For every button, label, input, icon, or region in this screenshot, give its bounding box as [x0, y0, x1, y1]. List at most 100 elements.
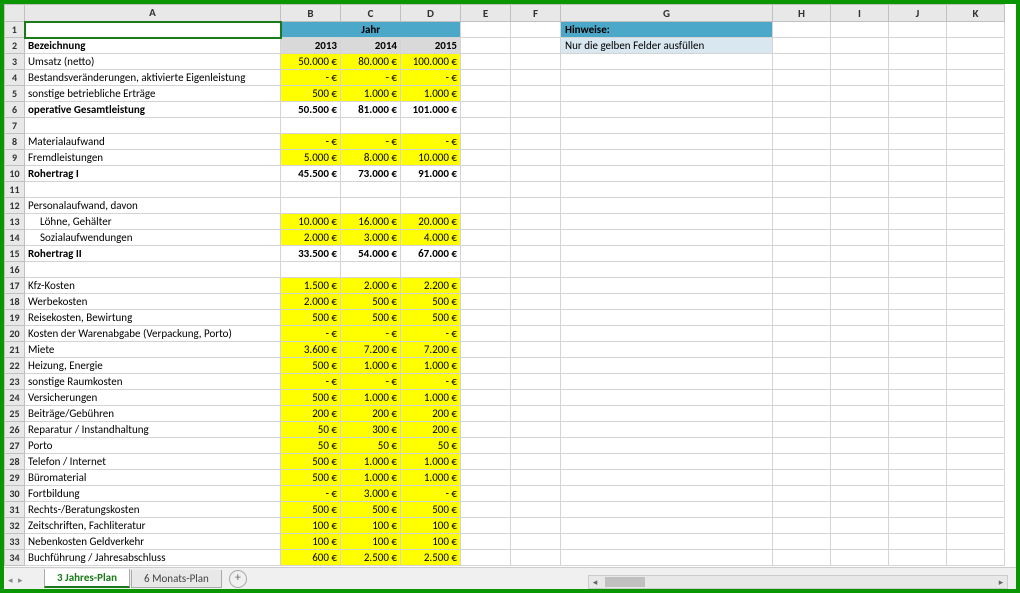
cell[interactable] — [511, 310, 561, 326]
value-cell[interactable]: 500 € — [341, 502, 401, 518]
value-cell[interactable]: 1.000 € — [341, 86, 401, 102]
cell[interactable] — [461, 502, 511, 518]
row-label[interactable] — [25, 262, 281, 278]
row-header[interactable]: 6 — [5, 102, 25, 118]
value-cell[interactable]: 500 € — [281, 454, 341, 470]
value-cell[interactable]: 4.000 € — [401, 230, 461, 246]
row-header[interactable]: 19 — [5, 310, 25, 326]
value-cell[interactable] — [401, 262, 461, 278]
row-header[interactable]: 16 — [5, 262, 25, 278]
cell[interactable] — [889, 118, 947, 134]
value-cell[interactable] — [341, 118, 401, 134]
cell[interactable] — [889, 358, 947, 374]
cell[interactable] — [889, 486, 947, 502]
cell[interactable] — [561, 278, 773, 294]
cell[interactable] — [511, 86, 561, 102]
value-cell[interactable]: - € — [341, 374, 401, 390]
value-cell[interactable]: 50 € — [401, 438, 461, 454]
value-cell[interactable]: 73.000 € — [341, 166, 401, 182]
value-cell[interactable] — [401, 182, 461, 198]
value-cell[interactable]: - € — [401, 486, 461, 502]
cell[interactable] — [947, 214, 1005, 230]
cell[interactable] — [773, 438, 831, 454]
column-header-A[interactable]: A — [25, 5, 281, 22]
cell[interactable] — [561, 454, 773, 470]
cell[interactable] — [773, 118, 831, 134]
cell[interactable] — [947, 246, 1005, 262]
row-header[interactable]: 8 — [5, 134, 25, 150]
cell[interactable] — [461, 342, 511, 358]
cell[interactable] — [831, 470, 889, 486]
cell[interactable] — [461, 38, 511, 54]
column-header-J[interactable]: J — [889, 5, 947, 22]
cell[interactable] — [561, 326, 773, 342]
row-label[interactable]: Zeitschriften, Fachliteratur — [25, 518, 281, 534]
cell[interactable] — [461, 278, 511, 294]
cell[interactable] — [773, 390, 831, 406]
cell[interactable] — [511, 438, 561, 454]
cell[interactable] — [831, 278, 889, 294]
cell[interactable] — [461, 438, 511, 454]
cell[interactable] — [889, 294, 947, 310]
cell[interactable] — [773, 214, 831, 230]
value-cell[interactable]: 100 € — [281, 534, 341, 550]
cell[interactable] — [889, 246, 947, 262]
column-header-F[interactable]: F — [511, 5, 561, 22]
value-cell[interactable]: 91.000 € — [401, 166, 461, 182]
row-header[interactable]: 14 — [5, 230, 25, 246]
add-sheet-button[interactable]: + — [229, 570, 247, 588]
cell[interactable] — [561, 518, 773, 534]
cell[interactable] — [511, 230, 561, 246]
cell[interactable] — [831, 406, 889, 422]
row-label[interactable]: Bestandsveränderungen, aktivierte Eigenl… — [25, 70, 281, 86]
year-header[interactable]: 2014 — [341, 38, 401, 54]
value-cell[interactable]: 54.000 € — [341, 246, 401, 262]
row-header[interactable]: 23 — [5, 374, 25, 390]
row-label[interactable]: Rohertrag II — [25, 246, 281, 262]
value-cell[interactable]: 7.200 € — [401, 342, 461, 358]
value-cell[interactable]: 500 € — [401, 294, 461, 310]
cell[interactable] — [947, 390, 1005, 406]
cell[interactable] — [773, 422, 831, 438]
column-header-H[interactable]: H — [773, 5, 831, 22]
value-cell[interactable]: 45.500 € — [281, 166, 341, 182]
column-header-G[interactable]: G — [561, 5, 773, 22]
cell[interactable] — [947, 166, 1005, 182]
cell[interactable] — [773, 342, 831, 358]
value-cell[interactable]: - € — [401, 374, 461, 390]
cell[interactable] — [561, 214, 773, 230]
cell[interactable] — [561, 550, 773, 566]
value-cell[interactable]: 1.000 € — [401, 86, 461, 102]
cell[interactable] — [773, 150, 831, 166]
cell[interactable] — [947, 406, 1005, 422]
cell[interactable] — [561, 374, 773, 390]
cell[interactable] — [511, 22, 561, 38]
row-label[interactable]: Nebenkosten Geldverkehr — [25, 534, 281, 550]
cell[interactable] — [461, 54, 511, 70]
cell[interactable] — [461, 22, 511, 38]
cell[interactable] — [947, 118, 1005, 134]
cell[interactable] — [461, 294, 511, 310]
cell[interactable] — [831, 502, 889, 518]
cell[interactable] — [889, 390, 947, 406]
value-cell[interactable]: 100 € — [341, 534, 401, 550]
cell[interactable] — [773, 38, 831, 54]
value-cell[interactable]: 10.000 € — [401, 150, 461, 166]
cell[interactable] — [561, 422, 773, 438]
cell[interactable] — [461, 198, 511, 214]
cell[interactable] — [947, 70, 1005, 86]
column-header-C[interactable]: C — [341, 5, 401, 22]
cell[interactable] — [947, 86, 1005, 102]
row-label[interactable]: sonstige Raumkosten — [25, 374, 281, 390]
row-header[interactable]: 29 — [5, 470, 25, 486]
cell[interactable] — [511, 198, 561, 214]
cell[interactable] — [561, 150, 773, 166]
cell[interactable] — [889, 230, 947, 246]
cell[interactable] — [889, 182, 947, 198]
value-cell[interactable]: 1.000 € — [401, 390, 461, 406]
value-cell[interactable]: 50 € — [281, 422, 341, 438]
row-header[interactable]: 11 — [5, 182, 25, 198]
cell[interactable] — [831, 310, 889, 326]
cell[interactable] — [561, 486, 773, 502]
cell[interactable] — [511, 118, 561, 134]
